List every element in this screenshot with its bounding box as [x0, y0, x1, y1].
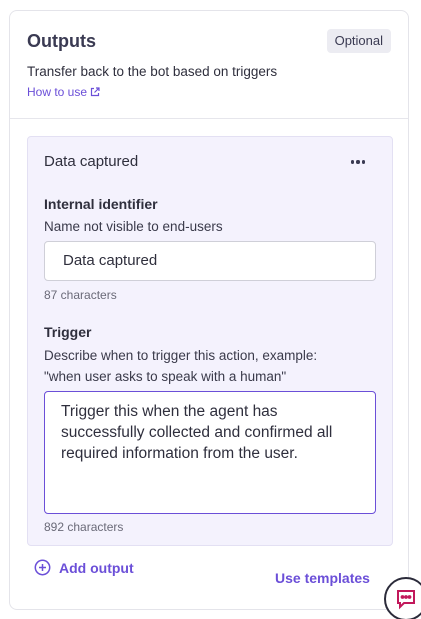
- internal-identifier-input[interactable]: Data captured: [44, 241, 376, 281]
- trigger-textarea[interactable]: Trigger this when the agent has successf…: [44, 391, 376, 514]
- trigger-label: Trigger: [44, 324, 92, 340]
- outputs-subtitle: Transfer back to the bot based on trigge…: [27, 64, 278, 79]
- trigger-description-line1: Describe when to trigger this action, ex…: [44, 348, 318, 363]
- trigger-count: 892 characters: [44, 520, 124, 534]
- internal-identifier-label: Internal identifier: [44, 196, 158, 212]
- chat-support-button[interactable]: [384, 577, 421, 619]
- output-card: Data captured Internal identifier Name n…: [27, 136, 393, 546]
- trigger-description-line2: "when user asks to speak with a human": [44, 369, 287, 384]
- how-to-use-link[interactable]: How to use: [27, 85, 100, 99]
- outputs-panel: Outputs Optional Transfer back to the bo…: [9, 10, 409, 610]
- chat-bubble-icon: [397, 590, 415, 610]
- optional-badge: Optional: [326, 29, 391, 53]
- use-templates-button[interactable]: Use templates: [275, 570, 370, 586]
- external-link-icon: [90, 87, 100, 97]
- how-to-use-label: How to use: [27, 85, 88, 99]
- output-card-title: Data captured: [44, 153, 139, 170]
- internal-identifier-count: 87 characters: [44, 288, 117, 302]
- internal-identifier-description: Name not visible to end-users: [44, 219, 223, 234]
- add-output-button[interactable]: Add output: [34, 559, 134, 576]
- more-horizontal-icon[interactable]: [346, 153, 370, 171]
- add-output-label: Add output: [59, 559, 134, 576]
- outputs-title: Outputs: [27, 31, 96, 51]
- plus-circle-icon: [34, 559, 51, 576]
- outputs-header: Outputs Optional Transfer back to the bo…: [10, 11, 408, 119]
